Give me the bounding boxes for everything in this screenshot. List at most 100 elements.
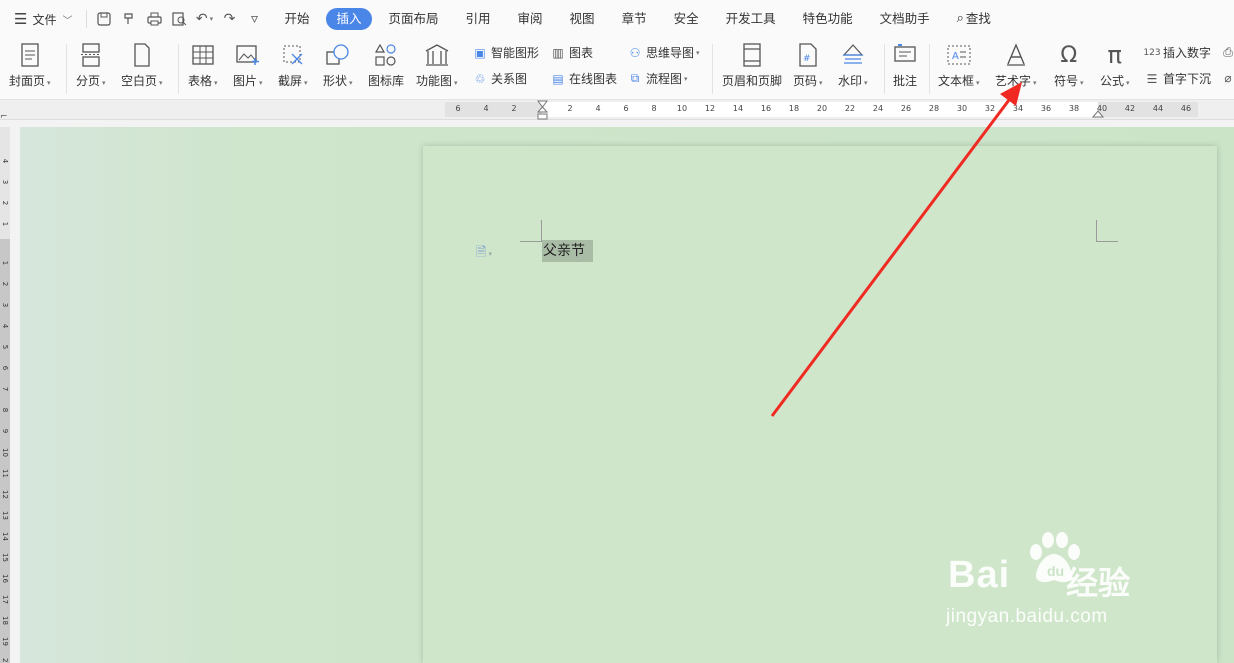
tab-view[interactable]: 视图 <box>560 8 605 30</box>
baidu-watermark: du Bai 经验 jingyan.baidu.com <box>944 528 1174 638</box>
object-icon: ⎙ <box>1223 44 1233 59</box>
shape-icon <box>325 42 351 68</box>
function-chart-icon <box>424 42 450 68</box>
ruler-tick-label: 5 <box>1 344 9 350</box>
divider <box>86 10 88 28</box>
tab-features[interactable]: 特色功能 <box>793 8 863 30</box>
comment-button[interactable]: 批注 <box>892 42 918 89</box>
flowchart-button[interactable]: ⧉ 流程图 ▾ <box>627 70 688 87</box>
redo-icon[interactable]: ↷ <box>218 8 240 30</box>
horizontal-ruler[interactable]: ⌐ 6 4 2 2 4 6 8 10 12 14 16 18 20 22 24 26 28 30 32 34 36 38 4… <box>0 100 1234 122</box>
function-chart-button[interactable]: 功能图 ▾ <box>416 42 458 89</box>
ruler-tick-label: 36 <box>1040 104 1052 113</box>
mindmap-button[interactable]: ⚇ 思维导图 ▾ <box>627 44 700 61</box>
pi-icon: π <box>1107 41 1122 69</box>
tab-page-layout[interactable]: 页面布局 <box>379 8 449 30</box>
drop-cap-button[interactable]: ☰ 首字下沉 <box>1144 70 1211 87</box>
mindmap-label: 思维导图 <box>646 46 695 60</box>
attachment-button[interactable]: ⌀ <box>1220 70 1234 86</box>
tab-developer[interactable]: 开发工具 <box>716 8 786 30</box>
wordart-label: 艺术字 <box>995 74 1032 88</box>
shape-label: 形状 <box>323 74 348 88</box>
right-indent-marker-icon[interactable] <box>1092 107 1104 119</box>
relation-chart-button[interactable]: ♲ 关系图 <box>472 70 527 87</box>
symbol-button[interactable]: Ω 符号 ▾ <box>1054 42 1084 89</box>
blank-page-icon <box>129 42 155 68</box>
tab-home[interactable]: 开始 <box>274 8 319 30</box>
header-footer-label: 页眉和页脚 <box>722 74 783 88</box>
svg-text:A: A <box>952 51 959 62</box>
picture-button[interactable]: 图片 ▾ <box>233 42 263 89</box>
ruler-tick-label: 28 <box>928 104 940 113</box>
watermark-button[interactable]: 水印 ▾ <box>838 42 868 89</box>
screenshot-button[interactable]: 截屏 ▾ <box>278 42 308 89</box>
page-number-button[interactable]: # 页码 ▾ <box>793 42 823 89</box>
ruler-tick-label: 6 <box>455 104 461 113</box>
online-chart-button[interactable]: ▤ 在线图表 <box>550 70 617 87</box>
object-button[interactable]: ⎙ <box>1220 44 1234 60</box>
ruler-tick-label: 10 <box>1 448 9 457</box>
undo-icon[interactable]: ↶ ▾ <box>193 8 215 30</box>
customize-quick-access-icon[interactable]: ▿ <box>243 8 265 30</box>
divider <box>884 44 885 94</box>
textbox-button[interactable]: A 文本框 ▾ <box>938 42 980 89</box>
quick-access-toolbar: ↶ ▾ ↷ ▿ <box>86 8 268 30</box>
file-menu[interactable]: ☰ 文件 ﹀ <box>10 6 76 32</box>
insert-number-button[interactable]: 123 插入数字 <box>1143 44 1211 61</box>
watermark-url: jingyan.baidu.com <box>946 606 1108 627</box>
ruler-tick-label: 46 <box>1180 104 1192 113</box>
paperclip-icon: ⌀ <box>1224 71 1232 85</box>
print-preview-icon[interactable] <box>168 8 190 30</box>
search-icon: ⌕ <box>956 11 964 26</box>
ruler-tick-label: 22 <box>844 104 856 113</box>
ruler-tick-label: 14 <box>732 104 744 113</box>
icon-library-button[interactable]: 图标库 <box>368 42 404 89</box>
blank-page-button[interactable]: 空白页 ▾ <box>121 42 163 89</box>
page-break-button[interactable]: 分页 ▾ <box>76 42 106 89</box>
tab-insert[interactable]: 插入 <box>326 8 372 30</box>
cover-page-icon <box>17 42 43 68</box>
cover-page-button[interactable]: 封面页 ▾ <box>9 42 51 89</box>
ruler-tick-label: 11 <box>1 469 9 478</box>
table-button[interactable]: 表格 ▾ <box>188 42 218 89</box>
chart-button[interactable]: ▥ 图表 <box>550 44 593 61</box>
ruler-tick-label: 16 <box>1 574 9 583</box>
ruler-tick-label: 18 <box>1 616 9 625</box>
ruler-tick-label: 8 <box>651 104 657 113</box>
smart-shape-button[interactable]: ▣ 智能图形 <box>472 44 539 61</box>
divider <box>712 44 713 94</box>
tab-doc-assistant[interactable]: 文档助手 <box>870 8 940 30</box>
tab-section[interactable]: 章节 <box>612 8 657 30</box>
screenshot-label: 截屏 <box>278 74 303 88</box>
ruler-tick-label: 1 <box>1 260 9 266</box>
shape-button[interactable]: 形状 ▾ <box>323 42 353 89</box>
tab-review[interactable]: 审阅 <box>508 8 553 30</box>
search-button[interactable]: ⌕ 查找 <box>947 8 1001 30</box>
flowchart-icon: ⧉ <box>630 71 640 85</box>
symbol-label: 符号 <box>1054 74 1079 88</box>
save-icon[interactable] <box>93 8 115 30</box>
vertical-ruler[interactable]: 4 3 2 1 1 2 3 4 5 6 7 8 9 10 11 12 13 14 15 16 17 18 19 20 <box>0 127 10 663</box>
header-footer-icon <box>739 42 765 68</box>
mindmap-icon: ⚇ <box>629 45 641 60</box>
relation-chart-label: 关系图 <box>491 72 528 86</box>
chevron-down-icon: ﹀ <box>62 15 73 27</box>
paragraph-layout-button[interactable]: 🗎 ▾ <box>476 243 492 265</box>
ruler-tick-label: 19 <box>1 637 9 646</box>
ruler-tick-label: 20 <box>1 658 9 663</box>
selected-document-text[interactable]: 父亲节 <box>542 240 593 262</box>
ruler-tick-label: 4 <box>483 104 489 113</box>
tab-security[interactable]: 安全 <box>664 8 709 30</box>
format-painter-icon[interactable] <box>118 8 140 30</box>
tab-references[interactable]: 引用 <box>456 8 501 30</box>
wordart-button[interactable]: 艺术字 ▾ <box>995 42 1037 89</box>
header-footer-button[interactable]: 页眉和页脚 <box>722 42 782 89</box>
print-icon[interactable] <box>143 8 165 30</box>
drop-cap-label: 首字下沉 <box>1163 72 1212 86</box>
indent-marker-icon[interactable] <box>537 100 549 122</box>
formula-button[interactable]: π 公式 ▾ <box>1100 41 1130 89</box>
ribbon-tabs: 开始 插入 页面布局 引用 审阅 视图 章节 安全 开发工具 特色功能 文档助手… <box>274 8 1007 30</box>
ruler-tick-label: 4 <box>1 158 9 164</box>
ruler-tick-label: 26 <box>900 104 912 113</box>
drop-cap-icon: ☰ <box>1146 71 1158 86</box>
